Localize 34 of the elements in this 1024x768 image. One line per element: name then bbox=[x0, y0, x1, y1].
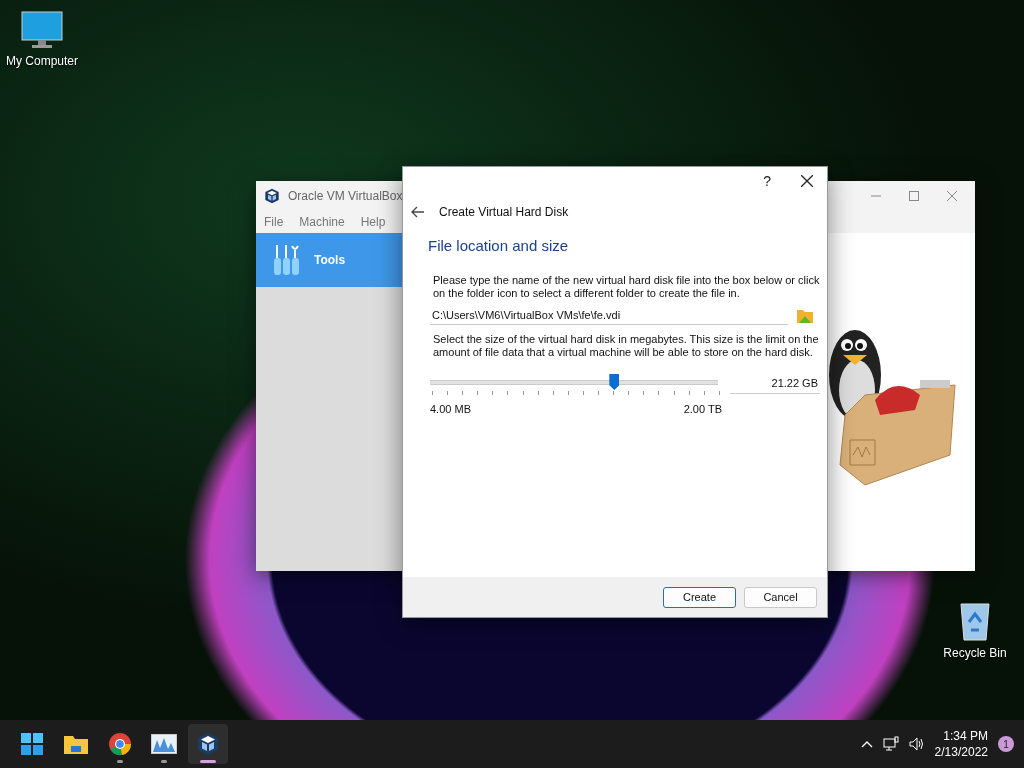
tools-icon bbox=[272, 244, 302, 276]
desktop-icon-label[interactable]: My Computer bbox=[6, 54, 78, 68]
speaker-icon[interactable] bbox=[908, 737, 925, 751]
menu-item[interactable]: File bbox=[264, 215, 284, 229]
slider-thumb[interactable] bbox=[609, 374, 620, 390]
windows-start-icon bbox=[21, 733, 43, 755]
window-title: Oracle VM VirtualBox bbox=[288, 189, 403, 203]
chevron-up-icon[interactable] bbox=[860, 740, 873, 748]
close-icon[interactable] bbox=[947, 191, 957, 201]
network-icon[interactable] bbox=[882, 736, 899, 752]
cube-icon bbox=[196, 732, 220, 756]
cube-icon bbox=[264, 188, 280, 204]
desktop-icon-label[interactable]: Recycle Bin bbox=[943, 646, 1007, 660]
dialog-button[interactable]: Create bbox=[663, 586, 736, 608]
help-button[interactable]: ? bbox=[763, 173, 771, 189]
menu-item[interactable]: Help bbox=[360, 215, 386, 229]
section-heading: File location and size bbox=[428, 237, 570, 254]
clock[interactable]: 1:34 PM 2/13/2022 bbox=[934, 728, 988, 760]
location-description: Please type the name of the new virtual hard disk file into the box below or click on the folder icon to select a different folder to create the file in. bbox=[433, 274, 821, 300]
monitor-icon bbox=[20, 10, 64, 50]
maximum-label: 2.00 TB bbox=[683, 403, 722, 415]
folder-icon bbox=[63, 733, 89, 755]
notification-badge[interactable]: 1 bbox=[998, 736, 1014, 752]
taskbar-app[interactable] bbox=[188, 724, 228, 764]
chart-window-icon bbox=[151, 734, 177, 754]
browser-icon bbox=[108, 732, 132, 756]
menu-item[interactable]: Machine bbox=[299, 215, 345, 229]
dialog-title: Create Virtual Hard Disk bbox=[439, 205, 569, 219]
maximize-icon[interactable] bbox=[909, 191, 919, 201]
minimum-label: 4.00 MB bbox=[430, 403, 471, 415]
dialog-button[interactable]: Cancel bbox=[744, 586, 817, 608]
back-button[interactable] bbox=[411, 206, 425, 218]
close-button[interactable] bbox=[801, 175, 813, 187]
size-description: Select the size of the virtual hard disk in megabytes. This size is the limit on the amount of file data that a virtual machine will be able to store on the hard disk. bbox=[433, 333, 820, 359]
